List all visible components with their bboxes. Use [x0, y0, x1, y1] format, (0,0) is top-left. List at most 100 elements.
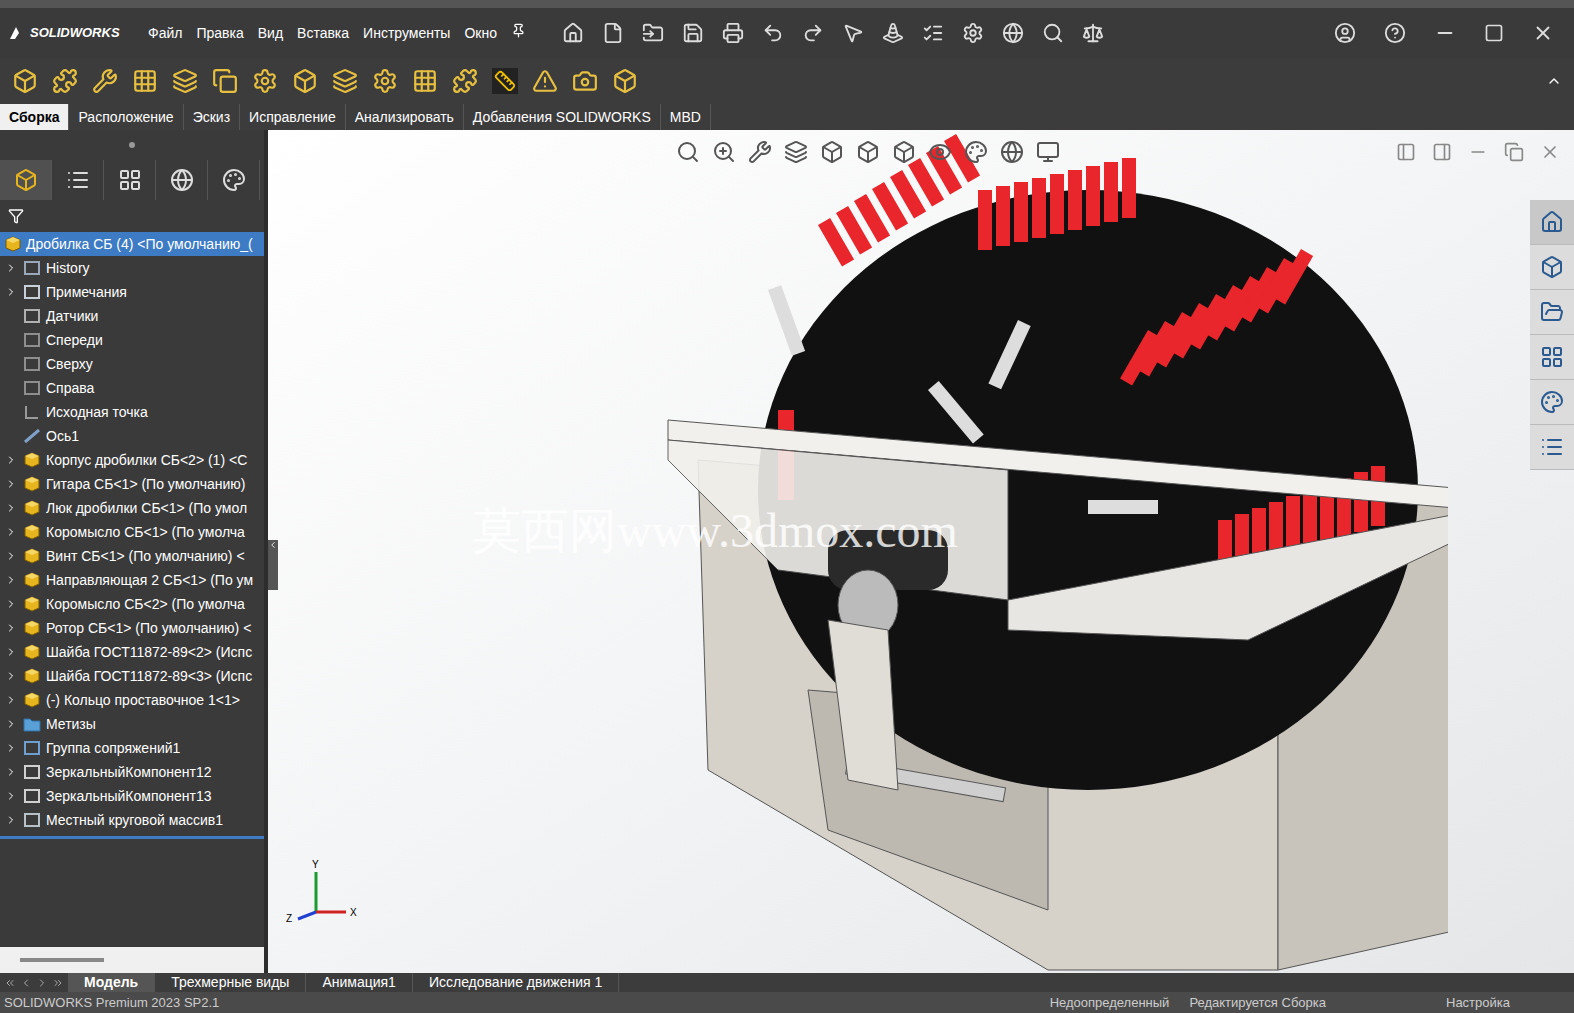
tree-item[interactable]: Коромысло СБ<1> (По умолча [0, 520, 264, 544]
doc-close-icon[interactable] [1540, 142, 1560, 162]
menu-item[interactable]: Файл [148, 23, 182, 44]
view-icon[interactable] [1000, 140, 1024, 164]
command-icon[interactable] [212, 68, 238, 94]
command-icon[interactable] [332, 68, 358, 94]
tree-item[interactable]: Гитара СБ<1> (По умолчанию) [0, 472, 264, 496]
doc-minimize-icon[interactable] [1468, 142, 1488, 162]
view-icon[interactable] [856, 140, 880, 164]
tree-item[interactable]: History [0, 256, 264, 280]
command-tab[interactable]: MBD [661, 104, 711, 130]
task-pane-icon[interactable] [1540, 345, 1564, 369]
expand-icon[interactable] [5, 550, 17, 562]
command-tab[interactable]: Эскиз [184, 104, 240, 130]
toolbar-icon[interactable] [802, 22, 824, 44]
menu-item[interactable]: Инструменты [363, 23, 450, 44]
toolbar-icon[interactable] [562, 22, 584, 44]
expand-icon[interactable] [5, 598, 17, 610]
bottom-tab[interactable]: Анимация1 [306, 973, 413, 992]
command-tab[interactable]: Добавления SOLIDWORKS [464, 104, 661, 130]
tree-item[interactable]: Исходная точка [0, 400, 264, 424]
command-icon[interactable] [372, 68, 398, 94]
tree-item[interactable]: Люк дробилки СБ<1> (По умол [0, 496, 264, 520]
view-icon[interactable] [676, 140, 700, 164]
expand-icon[interactable] [5, 286, 17, 298]
command-icon[interactable] [612, 68, 638, 94]
tree-item[interactable]: Коромысло СБ<2> (По умолча [0, 592, 264, 616]
next-icon[interactable] [36, 977, 48, 989]
view-icon[interactable] [712, 140, 736, 164]
command-icon[interactable] [572, 68, 598, 94]
tree-item[interactable]: Группа сопряжений1 [0, 736, 264, 760]
tree-item[interactable]: Ротор СБ<1> (По умолчанию) < [0, 616, 264, 640]
expand-icon[interactable] [5, 526, 17, 538]
toolbar-icon[interactable] [722, 22, 744, 44]
tree-item[interactable]: ЗеркальныйКомпонент12 [0, 760, 264, 784]
graphics-area[interactable]: 莫西网www.3dmox.comYZX [268, 130, 1574, 973]
doc-restore-icon[interactable] [1504, 142, 1524, 162]
command-tab[interactable]: Анализировать [346, 104, 464, 130]
tree-item[interactable]: Справа [0, 376, 264, 400]
menu-item[interactable]: Правка [196, 23, 243, 44]
menu-item[interactable]: Вставка [297, 23, 349, 44]
expand-icon[interactable] [5, 790, 17, 802]
expand-icon[interactable] [5, 766, 17, 778]
bottom-tab[interactable]: Трехмерные виды [155, 973, 306, 992]
split-right-icon[interactable] [1432, 142, 1452, 162]
toolbar-icon[interactable] [1002, 22, 1024, 44]
pin-icon[interactable] [511, 23, 526, 38]
toolbar-icon[interactable] [602, 22, 624, 44]
tree-item[interactable]: Датчики [0, 304, 264, 328]
close-icon[interactable] [1532, 22, 1554, 44]
last-icon[interactable] [52, 977, 64, 989]
toolbar-icon[interactable] [922, 22, 944, 44]
panel-tab-icon[interactable] [66, 168, 90, 192]
expand-icon[interactable] [5, 622, 17, 634]
task-pane-icon[interactable] [1540, 390, 1564, 414]
task-pane-icon[interactable] [1540, 300, 1564, 324]
menu-item[interactable]: Вид [258, 23, 283, 44]
panel-tab-icon[interactable] [222, 168, 246, 192]
tree-item[interactable]: Направляющая 2 СБ<1> (По ум [0, 568, 264, 592]
toolbar-icon[interactable] [962, 22, 984, 44]
tree-item[interactable]: Метизы [0, 712, 264, 736]
command-icon[interactable] [252, 68, 278, 94]
panel-tab-icon[interactable] [170, 168, 194, 192]
view-icon[interactable] [892, 140, 916, 164]
tree-root[interactable]: Дробилка СБ (4) <По умолчанию_( [0, 232, 264, 256]
command-icon[interactable] [12, 68, 38, 94]
tree-item[interactable]: (-) Кольцо проставочное 1<1> [0, 688, 264, 712]
minimize-icon[interactable] [1434, 22, 1456, 44]
command-icon[interactable] [292, 68, 318, 94]
help-icon[interactable] [1384, 22, 1406, 44]
first-icon[interactable] [4, 977, 16, 989]
panel-toggle-icon[interactable] [268, 540, 278, 550]
command-tab[interactable]: Исправление [240, 104, 346, 130]
prev-icon[interactable] [20, 977, 32, 989]
menu-item[interactable]: Окно [464, 23, 497, 44]
task-pane-icon[interactable] [1540, 435, 1564, 459]
expand-icon[interactable] [5, 670, 17, 682]
filter-icon[interactable] [8, 208, 24, 224]
toolbar-icon[interactable] [1082, 22, 1104, 44]
command-tab[interactable]: Сборка [0, 104, 69, 130]
command-icon[interactable] [132, 68, 158, 94]
split-left-icon[interactable] [1396, 142, 1416, 162]
task-pane-icon[interactable] [1540, 255, 1564, 279]
command-icon[interactable] [172, 68, 198, 94]
task-pane-icon[interactable] [1540, 210, 1564, 234]
expand-icon[interactable] [5, 694, 17, 706]
tree-item[interactable]: Шайба ГОСТ11872-89<2> (Испс [0, 640, 264, 664]
expand-icon[interactable] [5, 814, 17, 826]
command-icon[interactable] [532, 68, 558, 94]
user-icon[interactable] [1334, 22, 1356, 44]
maximize-icon[interactable] [1484, 23, 1504, 43]
expand-icon[interactable] [5, 718, 17, 730]
bottom-tab[interactable]: Исследование движения 1 [413, 973, 619, 992]
tree-item[interactable]: Местный круговой массив1 [0, 808, 264, 832]
expand-icon[interactable] [5, 454, 17, 466]
expand-icon[interactable] [5, 502, 17, 514]
command-tab[interactable]: Расположение [69, 104, 183, 130]
tree-item[interactable]: Винт СБ<1> (По умолчанию) < [0, 544, 264, 568]
view-icon[interactable] [1036, 140, 1060, 164]
tree-item[interactable]: Сверху [0, 352, 264, 376]
